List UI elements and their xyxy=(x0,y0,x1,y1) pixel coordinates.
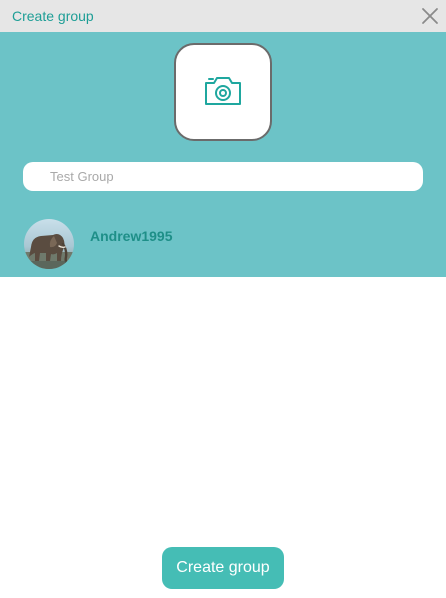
create-group-button[interactable]: Create group xyxy=(162,547,284,589)
title-bar: Create group xyxy=(0,0,446,32)
group-photo-button[interactable] xyxy=(174,43,272,141)
group-settings-panel: Andrew1995 xyxy=(0,32,446,277)
group-name-input[interactable] xyxy=(23,162,423,191)
member-list-item[interactable]: Andrew1995 xyxy=(24,219,404,269)
member-name: Andrew1995 xyxy=(90,228,173,244)
close-icon[interactable] xyxy=(420,6,440,26)
member-avatar xyxy=(24,219,74,269)
camera-icon xyxy=(204,74,242,111)
window-title: Create group xyxy=(12,8,94,24)
create-group-window: Create group Test Group Andrew1995 Creat… xyxy=(0,0,446,598)
